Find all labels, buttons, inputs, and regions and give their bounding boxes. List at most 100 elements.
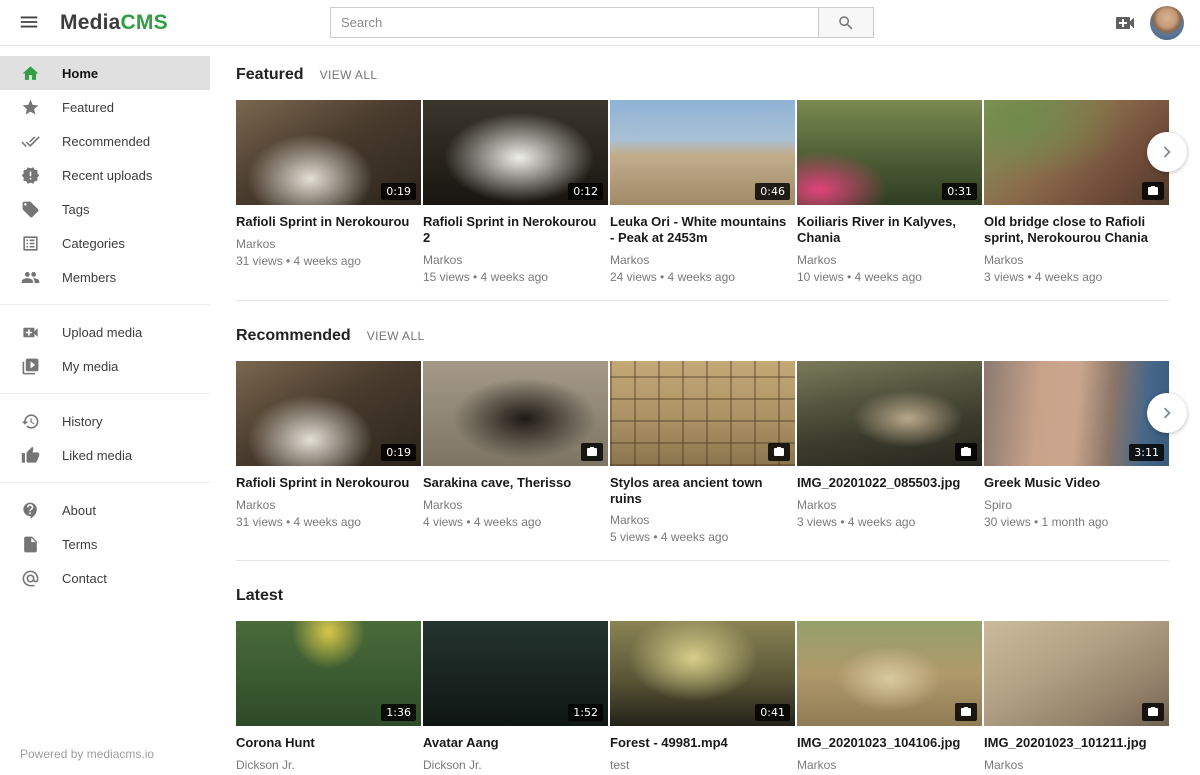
sidebar-item-about[interactable]: About: [0, 493, 210, 527]
chevron-right-icon: [1156, 141, 1178, 163]
media-card[interactable]: IMG_20201022_085503.jpgMarkos3 views • 4…: [797, 361, 982, 545]
sidebar-item-label: Contact: [62, 571, 107, 586]
next-arrow-button[interactable]: [1147, 132, 1187, 172]
upload-media-button[interactable]: [1112, 11, 1138, 35]
sidebar-item-history[interactable]: History: [0, 404, 210, 438]
sidebar-item-recent-uploads[interactable]: Recent uploads: [0, 158, 210, 192]
image-type-badge: [1142, 182, 1164, 200]
media-card[interactable]: 0:12Rafioli Sprint in Nerokourou 2Markos…: [423, 100, 608, 284]
media-author[interactable]: Dickson Jr.: [236, 758, 421, 772]
sidebar-item-contact[interactable]: Contact: [0, 561, 210, 595]
media-card[interactable]: 1:52Avatar AangDickson Jr.12 views • 1 w…: [423, 621, 608, 775]
tag-icon: [20, 199, 40, 219]
media-author[interactable]: Markos: [610, 513, 795, 527]
media-card[interactable]: 1:36Corona HuntDickson Jr.6 views • 4 da…: [236, 621, 421, 775]
home-icon: [20, 63, 40, 83]
video-library-icon: [20, 356, 40, 376]
media-card[interactable]: 0:19Rafioli Sprint in NerokourouMarkos31…: [236, 361, 421, 545]
logo[interactable]: MediaCMS: [60, 0, 168, 45]
sidebar-item-label: Upload media: [62, 325, 142, 340]
media-card[interactable]: 3:11Greek Music VideoSpiro30 views • 1 m…: [984, 361, 1169, 545]
view-all-link[interactable]: VIEW ALL: [367, 329, 425, 343]
duration-badge: 0:19: [381, 183, 416, 200]
section-title: Recommended: [236, 327, 351, 345]
media-card[interactable]: Stylos area ancient town ruinsMarkos5 vi…: [610, 361, 795, 545]
new-releases-icon: [20, 165, 40, 185]
sidebar-item-featured[interactable]: Featured: [0, 90, 210, 124]
sidebar-item-home[interactable]: Home: [0, 56, 210, 90]
media-author[interactable]: Markos: [610, 253, 795, 267]
duration-badge: 1:52: [568, 704, 603, 721]
sidebar-item-label: Categories: [62, 236, 125, 251]
avatar[interactable]: [1150, 6, 1184, 40]
media-title: Greek Music Video: [984, 475, 1169, 491]
media-card[interactable]: IMG_20201023_104106.jpgMarkos4 views • 4…: [797, 621, 982, 775]
media-author[interactable]: Markos: [797, 758, 982, 772]
media-author[interactable]: Markos: [423, 498, 608, 512]
media-author[interactable]: Markos: [423, 253, 608, 267]
duration-badge: 0:31: [942, 183, 977, 200]
sidebar-item-terms[interactable]: Terms: [0, 527, 210, 561]
search-bar: [330, 7, 874, 38]
duration-badge: 0:41: [755, 704, 790, 721]
next-arrow-button[interactable]: [1147, 393, 1187, 433]
media-title: Corona Hunt: [236, 735, 421, 751]
media-author[interactable]: Markos: [236, 237, 421, 251]
search-button[interactable]: [818, 7, 874, 38]
duration-badge: 0:46: [755, 183, 790, 200]
media-author[interactable]: Markos: [797, 253, 982, 267]
media-thumbnail: 0:31: [797, 100, 982, 205]
media-author[interactable]: test: [610, 758, 795, 772]
sidebar-item-recommended[interactable]: Recommended: [0, 124, 210, 158]
media-meta: 15 views • 4 weeks ago: [423, 270, 608, 284]
sidebar-item-label: Home: [62, 66, 98, 81]
help-icon: [21, 501, 40, 520]
video-call-icon: [21, 323, 40, 342]
sidebar-item-liked-media[interactable]: Liked media: [0, 438, 210, 472]
sidebar-item-upload-media[interactable]: Upload media: [0, 315, 210, 349]
sidebar-item-label: Liked media: [62, 448, 132, 463]
media-card[interactable]: 0:19Rafioli Sprint in NerokourouMarkos31…: [236, 100, 421, 284]
media-author[interactable]: Spiro: [984, 498, 1169, 512]
done-all-icon: [20, 131, 40, 151]
media-meta: 24 views • 4 weeks ago: [610, 270, 795, 284]
media-card[interactable]: 0:41Forest - 49981.mp4test17 views • 3 w…: [610, 621, 795, 775]
media-meta: 31 views • 4 weeks ago: [236, 254, 421, 268]
media-card[interactable]: 0:46Leuka Ori - White mountains - Peak a…: [610, 100, 795, 284]
media-author[interactable]: Markos: [984, 758, 1169, 772]
sidebar-item-categories[interactable]: Categories: [0, 226, 210, 260]
media-card-row: 0:19Rafioli Sprint in NerokourouMarkos31…: [236, 100, 1169, 284]
powered-by: Powered by mediacms.io: [20, 747, 154, 761]
sidebar-item-my-media[interactable]: My media: [0, 349, 210, 383]
media-title: Stylos area ancient town ruins: [610, 475, 795, 507]
search-icon: [837, 14, 855, 32]
media-card[interactable]: Sarakina cave, TherissoMarkos4 views • 4…: [423, 361, 608, 545]
section-header: Recommended VIEW ALL: [236, 327, 1169, 345]
star-icon: [20, 97, 40, 117]
media-card[interactable]: Old bridge close to Rafioli sprint, Nero…: [984, 100, 1169, 284]
media-meta: 3 views • 4 weeks ago: [797, 515, 982, 529]
media-thumbnail: [797, 361, 982, 466]
thumb-up-icon: [21, 446, 40, 465]
section-divider: [236, 300, 1169, 301]
image-type-badge: [955, 703, 977, 721]
media-author[interactable]: Markos: [984, 253, 1169, 267]
media-title: IMG_20201023_101211.jpg: [984, 735, 1169, 751]
section-divider: [236, 560, 1169, 561]
media-author[interactable]: Markos: [236, 498, 421, 512]
menu-button[interactable]: [16, 11, 42, 35]
section-header: FeaturedVIEW ALL: [236, 66, 1169, 84]
sidebar-item-members[interactable]: Members: [0, 260, 210, 294]
search-input[interactable]: [330, 7, 819, 38]
media-card[interactable]: 0:31Koiliaris River in Kalyves, ChaniaMa…: [797, 100, 982, 284]
document-icon: [21, 535, 40, 554]
media-thumbnail: [984, 100, 1169, 205]
media-author[interactable]: Markos: [797, 498, 982, 512]
people-icon: [21, 268, 40, 287]
new-releases-icon: [21, 166, 40, 185]
sidebar-item-tags[interactable]: Tags: [0, 192, 210, 226]
camera-icon: [586, 446, 598, 458]
view-all-link[interactable]: VIEW ALL: [320, 68, 378, 82]
media-card[interactable]: IMG_20201023_101211.jpgMarkos4 views • 4…: [984, 621, 1169, 775]
media-author[interactable]: Dickson Jr.: [423, 758, 608, 772]
